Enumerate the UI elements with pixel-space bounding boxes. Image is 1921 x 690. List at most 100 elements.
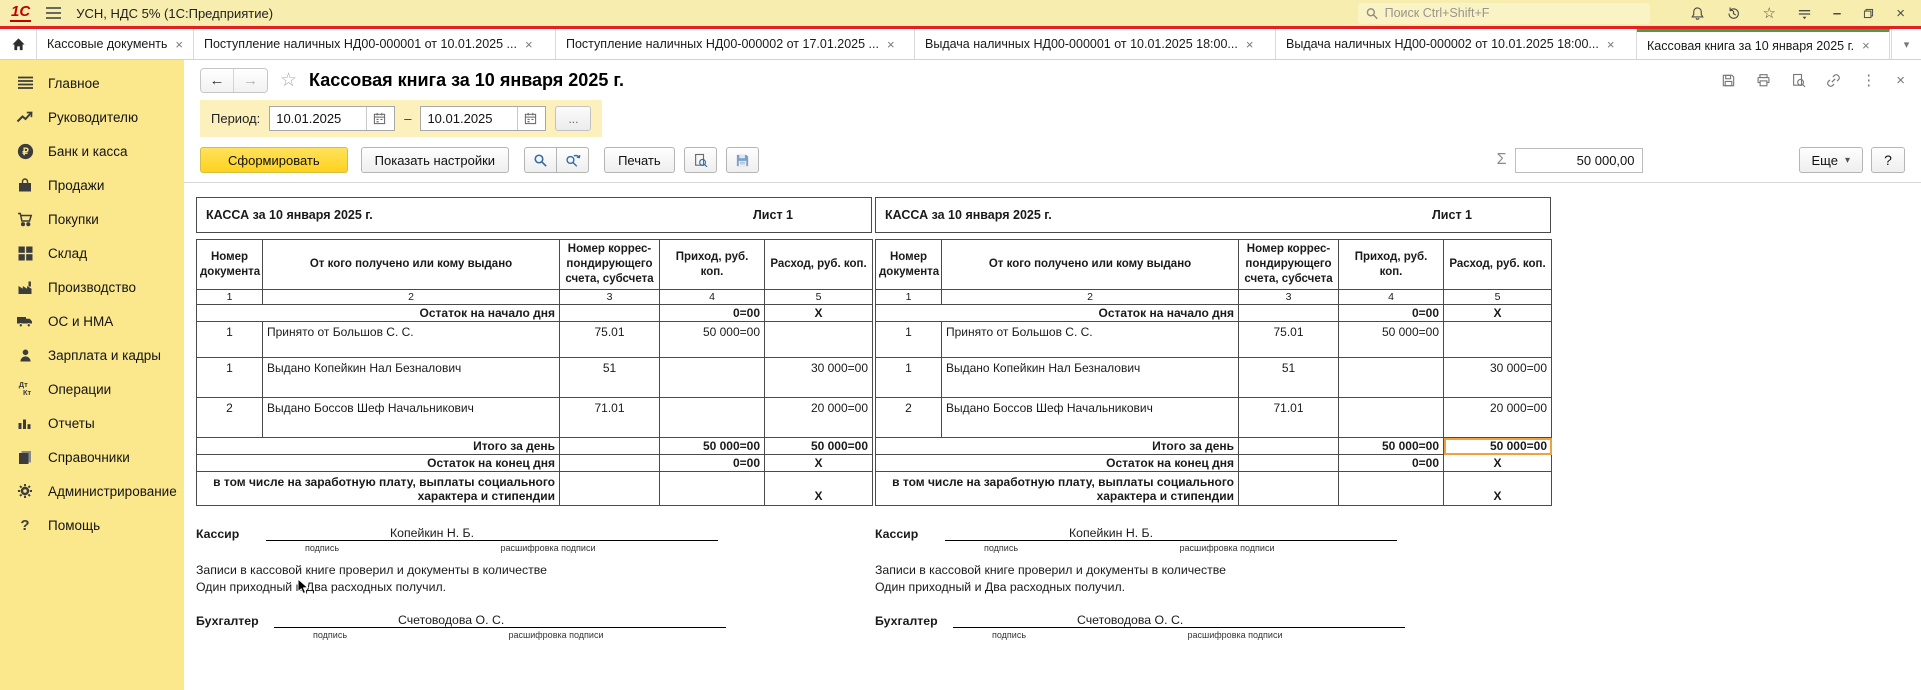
col-income[interactable]: Приход, руб. коп. (1339, 240, 1444, 290)
cell-expense[interactable] (765, 322, 873, 358)
col-expense[interactable]: Расход, руб. коп. (1444, 240, 1552, 290)
tab-close-icon[interactable]: × (1246, 37, 1254, 52)
tab-kassovye-dokumenty[interactable]: Кассовые документы× (37, 29, 194, 59)
sidebar-item-operacii[interactable]: Дт КтОперации (0, 372, 184, 406)
cell-doc-num[interactable]: 2 (197, 398, 263, 438)
cell-expense[interactable] (1444, 322, 1552, 358)
period-options-button[interactable]: ... (555, 106, 591, 131)
cell-income[interactable] (1339, 358, 1444, 398)
more-actions-icon[interactable]: ⋮ (1861, 73, 1876, 88)
cell-account[interactable]: 71.01 (560, 398, 660, 438)
cell-doc-num[interactable]: 1 (197, 358, 263, 398)
help-button[interactable]: ? (1871, 147, 1905, 173)
main-menu-icon[interactable] (45, 6, 62, 20)
more-button[interactable]: Еще▾ (1799, 147, 1863, 173)
col-counterparty[interactable]: От кого получено или кому выдано (263, 240, 560, 290)
cell-doc-num[interactable]: 2 (876, 398, 942, 438)
save-icon[interactable] (1721, 73, 1736, 88)
close-window-icon[interactable]: × (1896, 6, 1905, 21)
tab-postuplenie-000002[interactable]: Поступление наличных НД00-000002 от 17.0… (556, 29, 915, 59)
col-corr-account[interactable]: Номер коррес-пондирующего счета, субсчет… (1239, 240, 1339, 290)
sidebar-item-os-i-nma[interactable]: ОС и НМА (0, 304, 184, 338)
col-corr-account[interactable]: Номер коррес-пондирующего счета, субсчет… (560, 240, 660, 290)
sidebar-item-bank-i-kassa[interactable]: ₽Банк и касса (0, 134, 184, 168)
cell-description[interactable]: Выдано Боссов Шеф Начальникович (263, 398, 560, 438)
cell-description[interactable]: Принято от Большов С. С. (942, 322, 1239, 358)
col-expense[interactable]: Расход, руб. коп. (765, 240, 873, 290)
period-to-input[interactable] (421, 107, 517, 130)
sheet-banner[interactable]: КАССА за 10 января 2025 г. Лист 1 (875, 197, 1551, 233)
calendar-icon[interactable] (366, 107, 392, 130)
restore-window-icon[interactable] (1862, 7, 1875, 20)
cell-doc-num[interactable]: 1 (876, 322, 942, 358)
cell-income[interactable] (660, 358, 765, 398)
tab-close-icon[interactable]: × (1862, 38, 1870, 53)
find-next-button[interactable] (556, 147, 589, 173)
back-button[interactable]: ← (201, 69, 234, 92)
tab-close-icon[interactable]: × (175, 37, 183, 52)
show-settings-button[interactable]: Показать настройки (361, 147, 509, 173)
find-button[interactable] (524, 147, 557, 173)
sidebar-item-proizvodstvo[interactable]: Производство (0, 270, 184, 304)
cell-account[interactable]: 51 (560, 358, 660, 398)
tab-kassovaya-kniga-active[interactable]: Кассовая книга за 10 января 2025 г.× (1637, 29, 1890, 59)
tab-close-icon[interactable]: × (525, 37, 533, 52)
tab-postuplenie-000001[interactable]: Поступление наличных НД00-000001 от 10.0… (194, 29, 556, 59)
period-from-input[interactable] (270, 107, 366, 130)
service-menu-icon[interactable] (1797, 6, 1812, 21)
autosum-value[interactable] (1515, 148, 1643, 173)
global-search[interactable] (1358, 3, 1650, 24)
favorites-star-icon[interactable]: ☆ (1762, 6, 1775, 21)
cell-description[interactable]: Выдано Копейкин Нал Безналович (942, 358, 1239, 398)
print-button[interactable]: Печать (604, 147, 675, 173)
minimize-icon[interactable]: – (1833, 6, 1841, 21)
cell-doc-num[interactable]: 1 (876, 358, 942, 398)
cell-account[interactable]: 51 (1239, 358, 1339, 398)
cell-description[interactable]: Выдано Копейкин Нал Безналович (263, 358, 560, 398)
tab-overflow-chevron-icon[interactable]: ▾ (1891, 29, 1921, 59)
selected-cell[interactable]: 50 000=00 (1444, 438, 1552, 455)
tab-vydacha-000002[interactable]: Выдача наличных НД00-000002 от 10.01.202… (1276, 29, 1637, 59)
link-icon[interactable] (1826, 73, 1841, 88)
print-icon[interactable] (1756, 73, 1771, 88)
sidebar-item-otchety[interactable]: Отчеты (0, 406, 184, 440)
history-icon[interactable] (1726, 6, 1741, 21)
favorite-star-icon[interactable]: ☆ (280, 69, 297, 92)
col-doc-number[interactable]: Номер документа (197, 240, 263, 290)
col-income[interactable]: Приход, руб. коп. (660, 240, 765, 290)
sidebar-item-sklad[interactable]: Склад (0, 236, 184, 270)
search-input[interactable] (1385, 6, 1643, 20)
calendar-icon[interactable] (517, 107, 543, 130)
cell-expense[interactable]: 30 000=00 (765, 358, 873, 398)
sidebar-item-zarplata-i-kadry[interactable]: Зарплата и кадры (0, 338, 184, 372)
cell-account[interactable]: 71.01 (1239, 398, 1339, 438)
sidebar-item-administrirovanie[interactable]: Администрирование (0, 474, 184, 508)
close-document-icon[interactable]: × (1896, 73, 1905, 88)
cell-description[interactable]: Выдано Боссов Шеф Начальникович (942, 398, 1239, 438)
cell-income[interactable] (1339, 398, 1444, 438)
col-doc-number[interactable]: Номер документа (876, 240, 942, 290)
tab-close-icon[interactable]: × (887, 37, 895, 52)
cell-doc-num[interactable]: 1 (197, 322, 263, 358)
sidebar-item-glavnoe[interactable]: Главное (0, 66, 184, 100)
cell-income[interactable] (660, 398, 765, 438)
sidebar-item-rukovoditelyu[interactable]: Руководителю (0, 100, 184, 134)
period-from-field[interactable] (269, 106, 395, 131)
sidebar-item-prodazhi[interactable]: Продажи (0, 168, 184, 202)
tab-close-icon[interactable]: × (1607, 37, 1615, 52)
print-preview-icon[interactable] (1791, 73, 1806, 88)
period-to-field[interactable] (420, 106, 546, 131)
cell-expense[interactable]: 30 000=00 (1444, 358, 1552, 398)
preview-button[interactable] (684, 147, 717, 173)
cell-account[interactable]: 75.01 (560, 322, 660, 358)
cell-income[interactable]: 50 000=00 (660, 322, 765, 358)
sheet-banner[interactable]: КАССА за 10 января 2025 г. Лист 1 (196, 197, 872, 233)
cell-expense[interactable]: 20 000=00 (1444, 398, 1552, 438)
sidebar-item-pokupki[interactable]: Покупки (0, 202, 184, 236)
cell-account[interactable]: 75.01 (1239, 322, 1339, 358)
col-counterparty[interactable]: От кого получено или кому выдано (942, 240, 1239, 290)
generate-button[interactable]: Сформировать (200, 147, 348, 173)
save-report-button[interactable] (726, 147, 759, 173)
notifications-bell-icon[interactable] (1690, 6, 1705, 21)
forward-button[interactable]: → (234, 69, 267, 92)
